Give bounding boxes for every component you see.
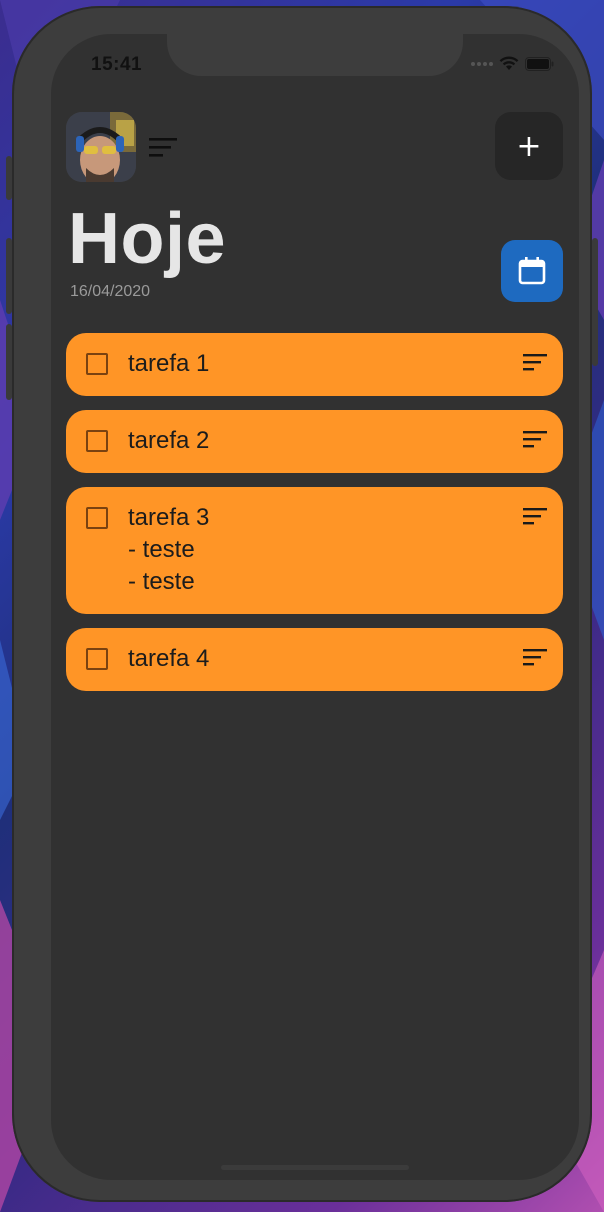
mute-switch [6,156,12,200]
status-time: 15:41 [91,54,143,75]
task-checkbox[interactable] [86,648,108,670]
task-card[interactable]: tarefa 2 [66,410,563,473]
calendar-button[interactable] [501,240,563,302]
volume-up-button [6,238,12,314]
task-title: tarefa 3 [128,504,210,531]
calendar-icon [518,257,546,285]
page-date: 16/04/2020 [70,283,151,300]
sort-lines-icon[interactable] [523,430,547,448]
task-card[interactable]: tarefa 4 [66,628,563,691]
volume-down-button [6,324,12,400]
task-title: tarefa 1 [128,350,210,377]
power-button [592,238,598,366]
task-text: tarefa 1 [128,348,513,380]
task-text: tarefa 4 [128,643,513,675]
notch [167,34,463,76]
wifi-icon [499,56,519,71]
user-photo-icon [66,112,136,182]
task-card[interactable]: tarefa 3 - teste - teste [66,487,563,614]
signal-icon [471,61,493,66]
sort-lines-icon[interactable] [149,136,179,160]
task-list: tarefa 1 tarefa 2 tarefa 3- teste - teste ta… [66,333,563,705]
page-title: Hoje [68,199,227,279]
task-note: - teste [128,536,195,563]
task-text: tarefa 2 [128,425,513,457]
task-checkbox[interactable] [86,353,108,375]
task-note: - teste [128,568,195,595]
home-indicator[interactable] [221,1165,409,1170]
phone-frame: 15:41 + Hoje 16/04/2020 tarefa 1 tarefa … [6,6,598,1202]
sort-lines-icon[interactable] [523,353,547,371]
task-card[interactable]: tarefa 1 [66,333,563,396]
battery-icon [525,56,555,71]
task-text: tarefa 3 - teste - teste [128,502,513,598]
app-screen: 15:41 + Hoje 16/04/2020 tarefa 1 tarefa … [51,34,579,1180]
task-checkbox[interactable] [86,430,108,452]
add-task-button[interactable]: + [495,112,563,180]
task-checkbox[interactable] [86,507,108,529]
sort-lines-icon[interactable] [523,507,547,525]
task-title: tarefa 2 [128,427,210,454]
status-icons [471,56,555,71]
sort-lines-icon[interactable] [523,648,547,666]
avatar[interactable] [66,112,136,182]
task-title: tarefa 4 [128,645,210,672]
